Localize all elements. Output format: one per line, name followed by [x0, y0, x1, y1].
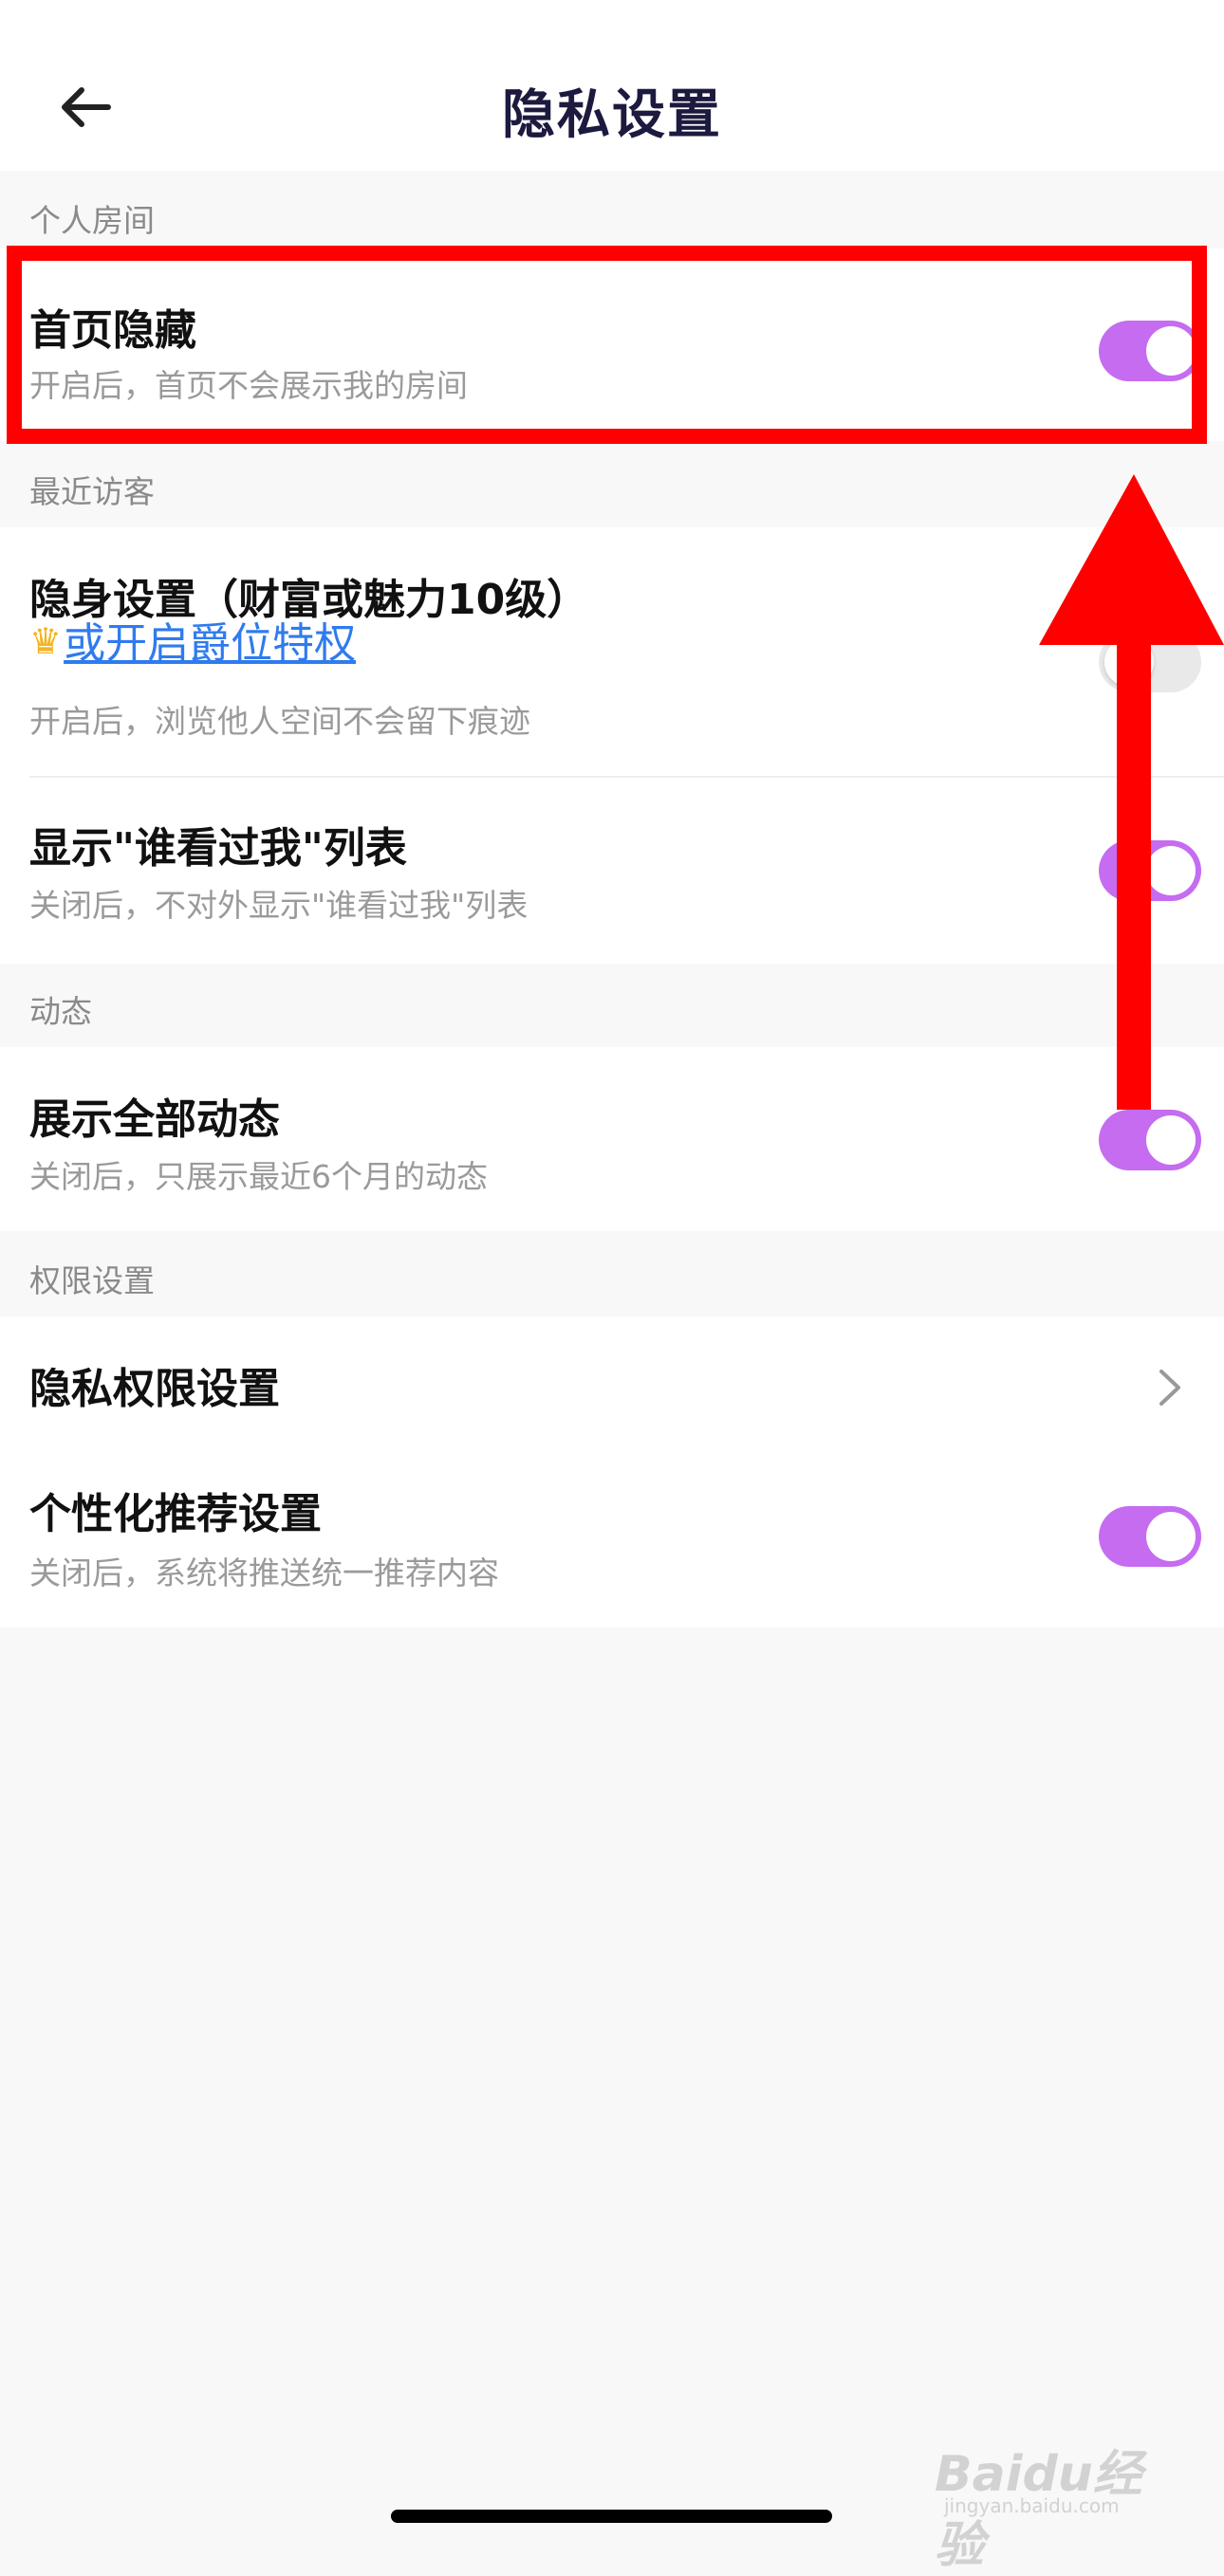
toggle-knob	[1146, 1115, 1196, 1165]
crown-icon: ♛	[29, 620, 63, 662]
page-title: 隐私设置	[502, 84, 722, 146]
watermark: Baidu经验 jingyan.baidu.com	[935, 2409, 1162, 2574]
personalized-toggle[interactable]	[1099, 1506, 1201, 1567]
toggle-knob	[1146, 1512, 1196, 1561]
row-subtitle: 关闭后，系统将推送统一推荐内容	[29, 1555, 499, 1592]
show-all-moments-toggle[interactable]	[1099, 1110, 1201, 1170]
row-title: 个性化推荐设置	[29, 1490, 322, 1538]
row-subtitle: 开启后，浏览他人空间不会留下痕迹	[29, 703, 530, 740]
row-title: 展示全部动态	[29, 1095, 280, 1144]
section-label-moments: 动态	[29, 993, 92, 1030]
annotation-arrow-up-icon	[1039, 474, 1224, 1110]
section-label-visitors: 最近访客	[29, 473, 155, 510]
header: 隐私设置	[0, 0, 1224, 171]
row-title: 显示"谁看过我"列表	[29, 824, 407, 873]
watermark-url: jingyan.baidu.com	[944, 2494, 1120, 2517]
row-subtitle: 关闭后，只展示最近6个月的动态	[29, 1158, 488, 1195]
nobility-link[interactable]: ♛或开启爵位特权	[29, 609, 356, 670]
section-label-permissions: 权限设置	[29, 1262, 155, 1299]
home-indicator[interactable]	[391, 2510, 832, 2523]
chevron-right-icon	[1159, 1370, 1180, 1406]
permissions-card: 隐私权限设置 个性化推荐设置 关闭后，系统将推送统一推荐内容	[0, 1316, 1224, 1628]
row-title: 隐私权限设置	[29, 1365, 280, 1413]
annotation-highlight-box	[7, 246, 1207, 444]
section-label-room: 个人房间	[29, 202, 155, 239]
row-subtitle: 关闭后，不对外显示"谁看过我"列表	[29, 887, 529, 924]
nobility-link-text[interactable]: 或开启爵位特权	[64, 619, 356, 668]
